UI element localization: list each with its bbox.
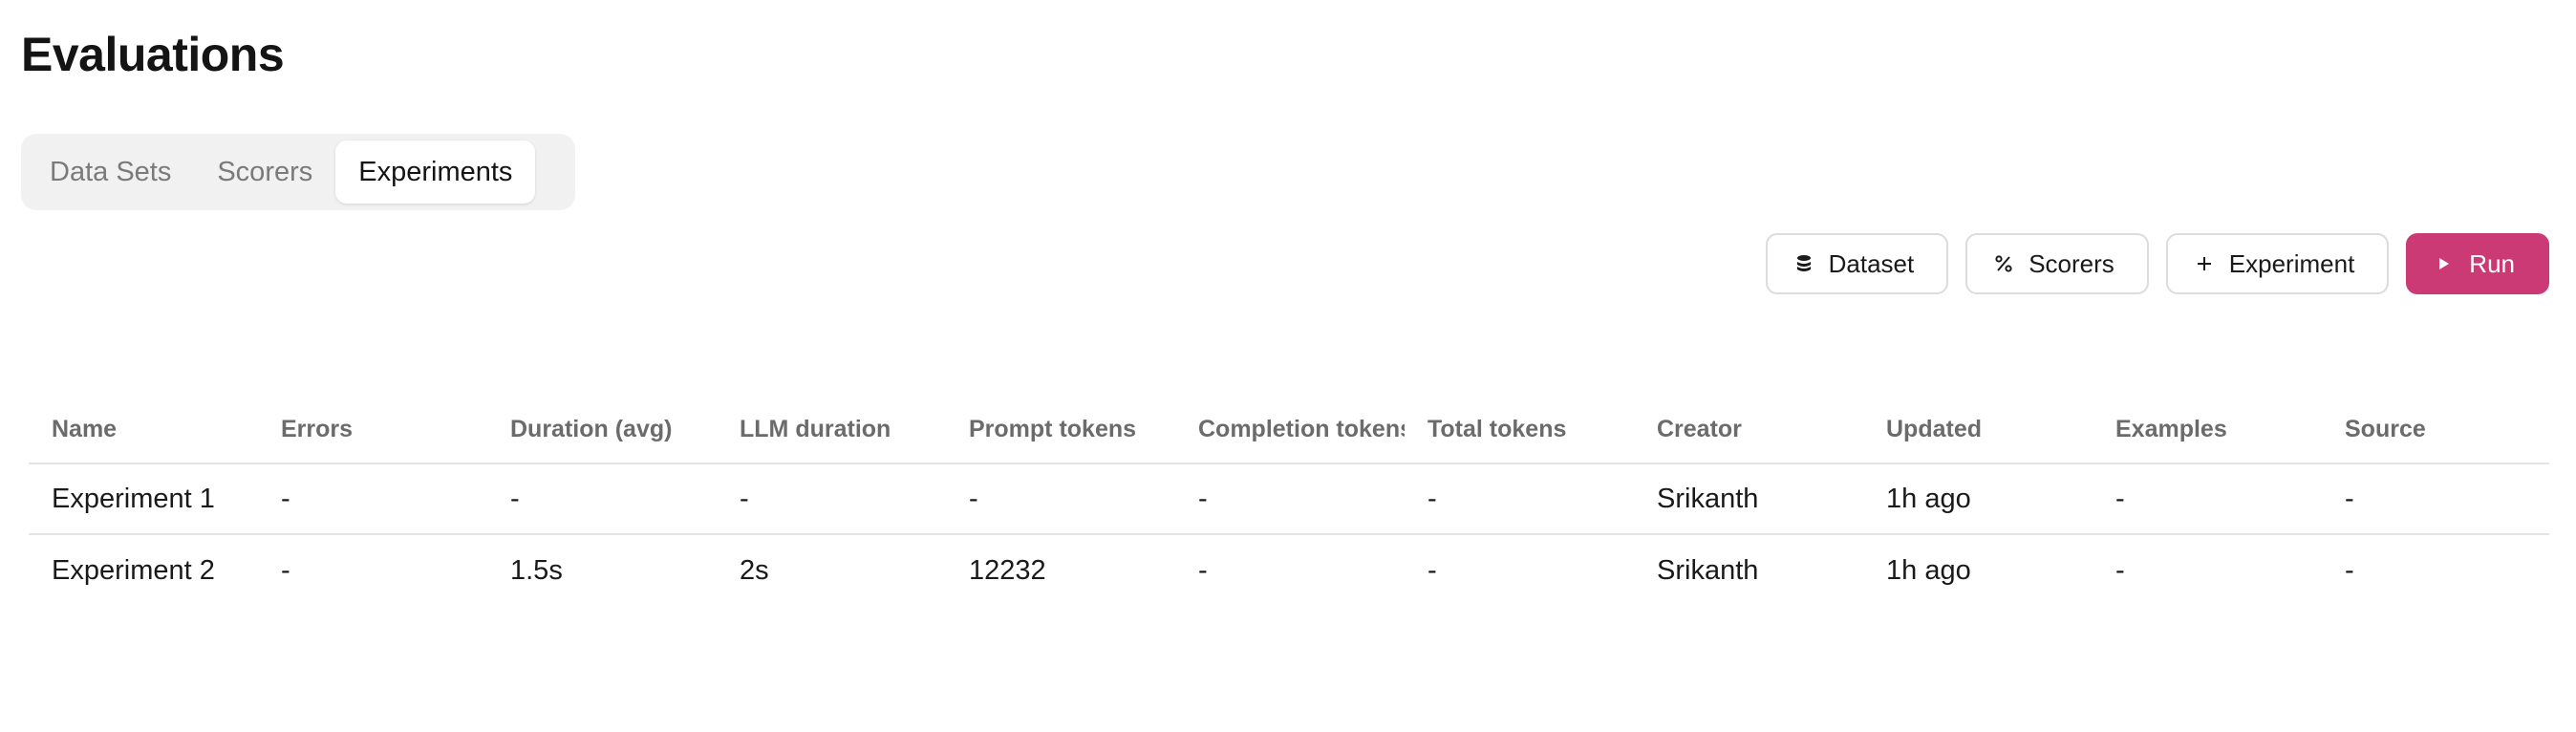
table-row[interactable]: Experiment 1 - - - - - - Srikanth 1h ago… [29,464,2549,535]
page-title: Evaluations [21,28,285,81]
cell-creator: Srikanth [1657,554,1759,586]
tab-experiments[interactable]: Experiments [335,140,536,204]
play-icon [2435,254,2454,273]
cell-prompt-tokens: - [969,483,978,514]
view-tabs: Data Sets Scorers Experiments [21,134,575,210]
cell-total-tokens: - [1428,554,1437,586]
add-experiment-button-label: Experiment [2228,248,2355,278]
cell-source: - [2345,483,2354,514]
column-header-prompt-tokens[interactable]: Prompt tokens [946,416,1175,443]
cell-duration-avg: - [510,483,520,514]
cell-llm-duration: 2s [740,554,769,586]
table-header-row: Name Errors Duration (avg) LLM duration … [29,396,2549,464]
run-button[interactable]: Run [2406,233,2549,294]
experiments-table: Name Errors Duration (avg) LLM duration … [29,396,2549,606]
run-button-label: Run [2469,248,2515,278]
column-header-errors[interactable]: Errors [258,416,487,443]
column-header-duration-avg[interactable]: Duration (avg) [487,416,717,443]
tab-scorers[interactable]: Scorers [194,140,335,204]
column-header-examples[interactable]: Examples [2093,416,2322,443]
column-header-name[interactable]: Name [29,416,258,443]
cell-examples: - [2115,554,2125,586]
cell-name: Experiment 2 [52,554,215,586]
cell-completion-tokens: - [1198,483,1208,514]
column-header-total-tokens[interactable]: Total tokens [1405,416,1634,443]
toolbar: Dataset Scorers Experiment Run [1765,233,2549,294]
table-row[interactable]: Experiment 2 - 1.5s 2s 12232 - - Srikant… [29,535,2549,606]
cell-completion-tokens: - [1198,554,1208,586]
cell-name: Experiment 1 [52,483,215,514]
cell-duration-avg: 1.5s [510,554,563,586]
cell-updated: 1h ago [1886,554,1971,586]
cell-prompt-tokens: 12232 [969,554,1046,586]
cell-errors: - [281,483,290,514]
column-header-creator[interactable]: Creator [1634,416,1863,443]
database-icon [1794,254,1814,273]
percent-icon [1994,254,2013,273]
cell-creator: Srikanth [1657,483,1759,514]
cell-source: - [2345,554,2354,586]
add-experiment-button[interactable]: Experiment [2165,233,2390,294]
cell-errors: - [281,554,290,586]
cell-llm-duration: - [740,483,749,514]
column-header-llm-duration[interactable]: LLM duration [717,416,946,443]
dataset-button[interactable]: Dataset [1765,233,1949,294]
column-header-updated[interactable]: Updated [1863,416,2093,443]
cell-examples: - [2115,483,2125,514]
plus-icon [2195,254,2214,273]
column-header-completion-tokens[interactable]: Completion tokens [1175,416,1405,443]
cell-updated: 1h ago [1886,483,1971,514]
tab-data-sets[interactable]: Data Sets [27,140,194,204]
column-header-source[interactable]: Source [2322,416,2551,443]
scorers-button[interactable]: Scorers [1965,233,2149,294]
cell-total-tokens: - [1428,483,1437,514]
dataset-button-label: Dataset [1828,248,1915,278]
scorers-button-label: Scorers [2029,248,2114,278]
